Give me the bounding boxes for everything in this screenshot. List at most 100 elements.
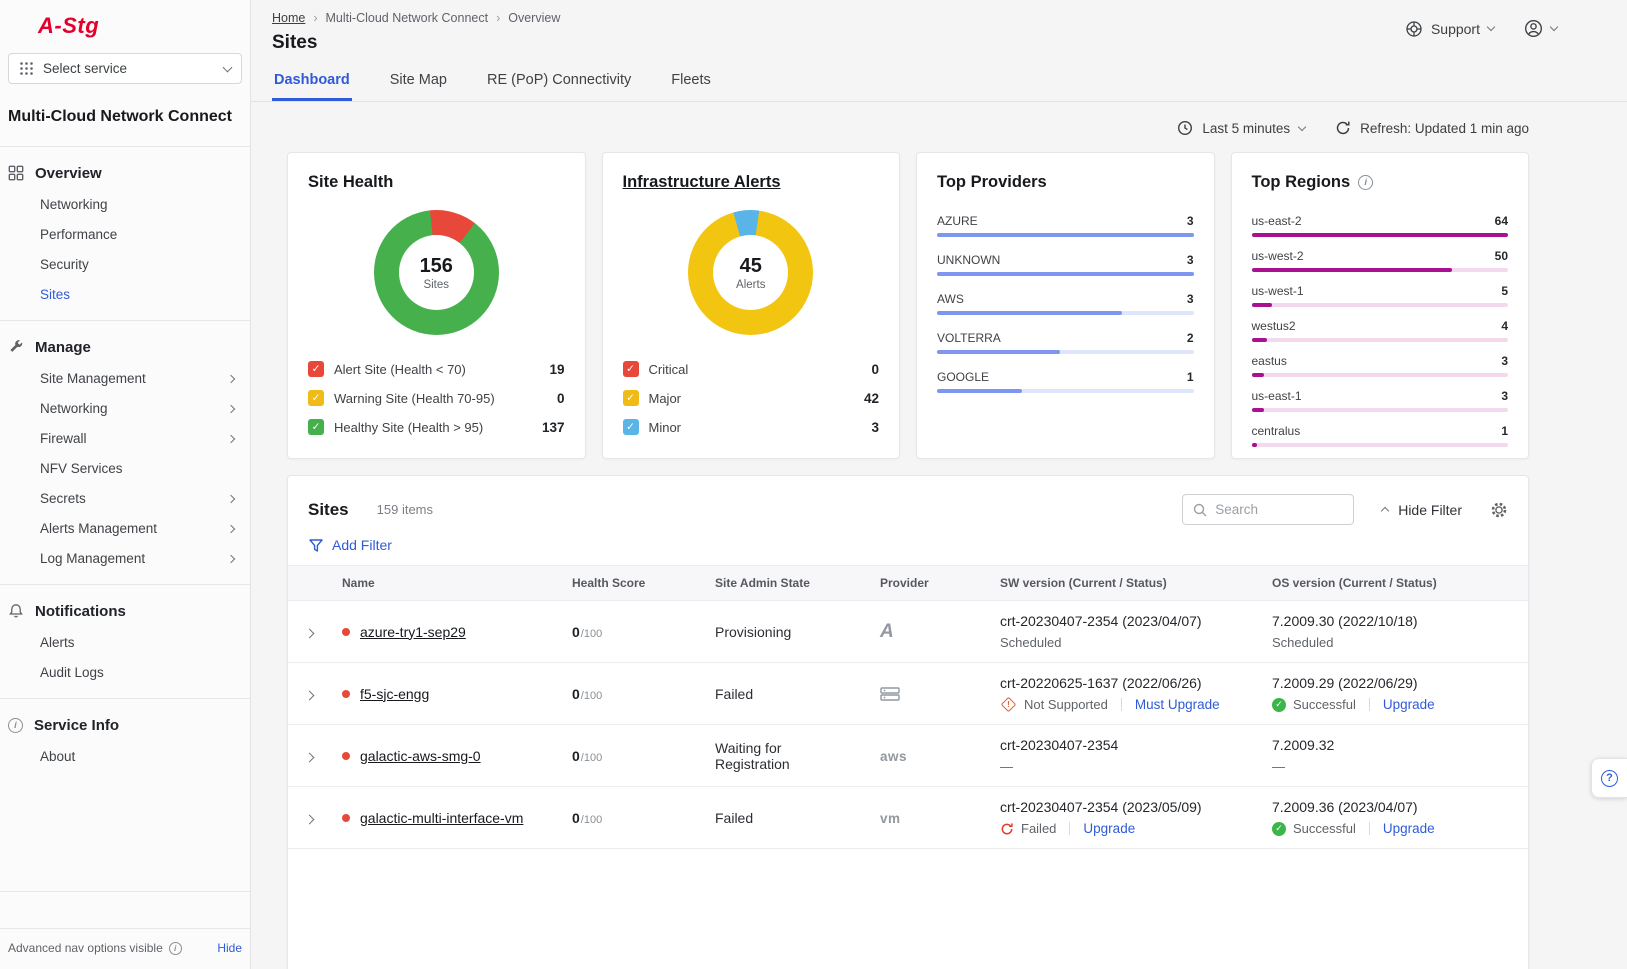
chevron-up-icon — [1381, 507, 1389, 515]
upgrade-link[interactable]: Upgrade — [1083, 821, 1135, 836]
chevron-down-icon — [1487, 23, 1495, 31]
time-range-selector[interactable]: Last 5 minutes — [1177, 120, 1305, 136]
site-name-link[interactable]: f5-sjc-engg — [360, 686, 429, 702]
infrastructure-alerts-donut-chart: 45 Alerts — [688, 210, 813, 335]
sidebar-item-firewall[interactable]: Firewall — [0, 424, 250, 454]
bar-value: 64 — [1495, 214, 1508, 228]
table-row[interactable]: galactic-multi-interface-vm 0/100 Failed… — [288, 787, 1528, 849]
site-name-link[interactable]: galactic-multi-interface-vm — [360, 810, 523, 826]
legend-checkbox-minor[interactable] — [623, 419, 639, 435]
section-title: Overview — [35, 165, 102, 182]
sw-status: Scheduled — [1000, 635, 1061, 650]
tab-dashboard[interactable]: Dashboard — [272, 64, 352, 101]
row-expander-icon[interactable] — [304, 814, 314, 824]
upgrade-link[interactable]: Upgrade — [1383, 697, 1435, 712]
hide-filter-button[interactable]: Hide Filter — [1382, 502, 1462, 518]
sidebar-section-overview-header[interactable]: Overview — [0, 157, 250, 190]
tab-fleets[interactable]: Fleets — [669, 64, 713, 101]
sidebar-section-service-info-header[interactable]: Service Info — [0, 709, 250, 742]
search-box[interactable] — [1182, 494, 1354, 525]
tab-re-pop-connectivity[interactable]: RE (PoP) Connectivity — [485, 64, 633, 101]
bar-label: us-west-2 — [1252, 249, 1304, 263]
sidebar-section-manage-header[interactable]: Manage — [0, 331, 250, 364]
support-label: Support — [1431, 21, 1480, 37]
add-filter-button[interactable]: Add Filter — [288, 535, 1528, 565]
sidebar-section-notifications-header[interactable]: Notifications — [0, 595, 250, 628]
sidebar-item-alerts-management[interactable]: Alerts Management — [0, 514, 250, 544]
legend-checkbox-critical[interactable] — [623, 361, 639, 377]
sidebar-item-nfv-services[interactable]: NFV Services — [0, 454, 250, 484]
health-score: 0 — [572, 624, 580, 640]
alerts-total: 45 — [740, 255, 762, 278]
upgrade-link[interactable]: Upgrade — [1383, 821, 1435, 836]
legend-row: Major 42 — [623, 390, 880, 406]
bar-fill — [1252, 303, 1273, 307]
help-button[interactable] — [1591, 758, 1627, 798]
sidebar-item-about[interactable]: About — [0, 742, 250, 772]
sidebar-item-log-management[interactable]: Log Management — [0, 544, 250, 574]
tab-site-map[interactable]: Site Map — [388, 64, 449, 101]
table-row[interactable]: f5-sjc-engg 0/100 Failed — [288, 663, 1528, 725]
legend-label: Warning Site (Health 70-95) — [334, 391, 495, 406]
chevron-down-icon — [1298, 122, 1306, 130]
bar-fill — [1252, 338, 1267, 342]
legend-checkbox-major[interactable] — [623, 390, 639, 406]
legend-value: 137 — [542, 420, 565, 435]
settings-gear-icon[interactable] — [1490, 501, 1508, 519]
search-input[interactable] — [1215, 502, 1343, 517]
column-site-admin-state[interactable]: Site Admin State — [703, 566, 868, 601]
legend-row: Warning Site (Health 70-95) 0 — [308, 390, 565, 406]
sidebar-item-networking[interactable]: Networking — [0, 190, 250, 220]
health-score: 0 — [572, 810, 580, 826]
sidebar-item-security[interactable]: Security — [0, 250, 250, 280]
site-name-link[interactable]: galactic-aws-smg-0 — [360, 748, 481, 764]
sites-table-title: Sites — [308, 500, 349, 520]
legend-label: Critical — [649, 362, 689, 377]
column-provider[interactable]: Provider — [868, 566, 988, 601]
support-menu[interactable]: Support — [1405, 20, 1494, 38]
refresh-button[interactable]: Refresh: Updated 1 min ago — [1335, 120, 1529, 136]
sidebar-item-secrets[interactable]: Secrets — [0, 484, 250, 514]
sidebar-item-site-management[interactable]: Site Management — [0, 364, 250, 394]
legend-checkbox-warning[interactable] — [308, 390, 324, 406]
sw-version: crt-20230407-2354 — [1000, 737, 1248, 753]
sidebar-item-sites[interactable]: Sites — [0, 280, 250, 310]
legend-value: 19 — [549, 362, 564, 377]
site-name-link[interactable]: azure-try1-sep29 — [360, 624, 466, 640]
info-icon[interactable] — [1358, 175, 1373, 190]
sidebar-item-manage-networking[interactable]: Networking — [0, 394, 250, 424]
region-bar-row: us-east-264 — [1252, 214, 1509, 237]
breadcrumb-home[interactable]: Home — [272, 11, 305, 25]
legend-checkbox-healthy[interactable] — [308, 419, 324, 435]
row-expander-icon[interactable] — [304, 752, 314, 762]
apps-grid-icon — [19, 61, 34, 76]
sidebar-item-alerts[interactable]: Alerts — [0, 628, 250, 658]
table-row[interactable]: azure-try1-sep29 0/100 Provisioning A cr… — [288, 601, 1528, 663]
must-upgrade-link[interactable]: Must Upgrade — [1135, 697, 1220, 712]
column-name[interactable]: Name — [330, 566, 560, 601]
bar-value: 3 — [1187, 253, 1194, 267]
bar-label: AZURE — [937, 214, 978, 228]
bar-value: 1 — [1187, 370, 1194, 384]
bar-value: 4 — [1501, 319, 1508, 333]
account-menu[interactable] — [1524, 19, 1557, 38]
row-expander-icon[interactable] — [304, 628, 314, 638]
column-sw-version[interactable]: SW version (Current / Status) — [988, 566, 1260, 601]
legend-value: 42 — [864, 391, 879, 406]
column-health-score[interactable]: Health Score — [560, 566, 703, 601]
column-os-version[interactable]: OS version (Current / Status) — [1260, 566, 1528, 601]
row-expander-icon[interactable] — [304, 690, 314, 700]
top-providers-title: Top Providers — [937, 173, 1194, 192]
sidebar-item-audit-logs[interactable]: Audit Logs — [0, 658, 250, 688]
top-regions-title: Top Regions — [1252, 173, 1351, 192]
os-status: Scheduled — [1272, 635, 1333, 650]
health-score: 0 — [572, 748, 580, 764]
breadcrumb-section[interactable]: Multi-Cloud Network Connect — [326, 11, 489, 25]
table-row[interactable]: galactic-aws-smg-0 0/100 Waiting for Reg… — [288, 725, 1528, 787]
sidebar-item-performance[interactable]: Performance — [0, 220, 250, 250]
legend-checkbox-alert[interactable] — [308, 361, 324, 377]
infrastructure-alerts-title[interactable]: Infrastructure Alerts — [623, 173, 880, 192]
service-selector[interactable]: Select service — [8, 53, 242, 84]
sidebar-section-overview: Overview Networking Performance Security… — [0, 147, 250, 320]
hide-advanced-nav-link[interactable]: Hide — [217, 941, 242, 955]
